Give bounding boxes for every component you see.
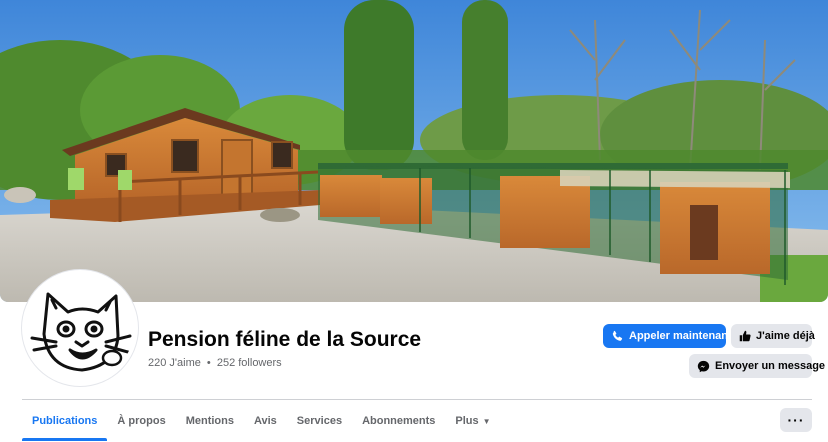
- more-options-button[interactable]: ···: [780, 408, 812, 432]
- call-now-label: Appeler maintenant: [629, 330, 732, 342]
- page-tabs: Publications À propos Mentions Avis Serv…: [22, 401, 501, 441]
- followers-count[interactable]: 252 followers: [217, 357, 282, 369]
- tab-subscriptions[interactable]: Abonnements: [352, 401, 445, 441]
- cover-photo[interactable]: [0, 0, 828, 302]
- likes-count[interactable]: 220 J'aime: [148, 357, 201, 369]
- ellipsis-icon: ···: [787, 412, 805, 428]
- send-message-button[interactable]: Envoyer un message: [689, 354, 825, 378]
- header-divider: [22, 399, 812, 400]
- page-profile-picture[interactable]: [22, 270, 138, 386]
- tab-publications[interactable]: Publications: [22, 401, 108, 441]
- tab-more[interactable]: Plus ▼: [445, 401, 500, 441]
- cat-logo-icon: [26, 274, 134, 382]
- send-message-label: Envoyer un message: [715, 360, 826, 372]
- call-now-button[interactable]: Appeler maintenant: [603, 324, 732, 348]
- page-stats: 220 J'aime • 252 followers: [148, 357, 282, 369]
- liked-button[interactable]: J'aime déjà: [731, 324, 815, 348]
- page-title: Pension féline de la Source: [148, 328, 422, 351]
- thumbs-up-icon: [739, 330, 751, 342]
- messenger-icon: [697, 360, 710, 372]
- cover-scene: [0, 0, 828, 302]
- tab-mentions[interactable]: Mentions: [176, 401, 244, 441]
- phone-icon: [612, 330, 623, 341]
- liked-label: J'aime déjà: [756, 330, 815, 342]
- tab-about[interactable]: À propos: [107, 401, 175, 441]
- caret-down-icon: ▼: [482, 416, 491, 426]
- stats-separator: •: [206, 357, 211, 369]
- tab-services[interactable]: Services: [287, 401, 352, 441]
- tab-reviews[interactable]: Avis: [244, 401, 287, 441]
